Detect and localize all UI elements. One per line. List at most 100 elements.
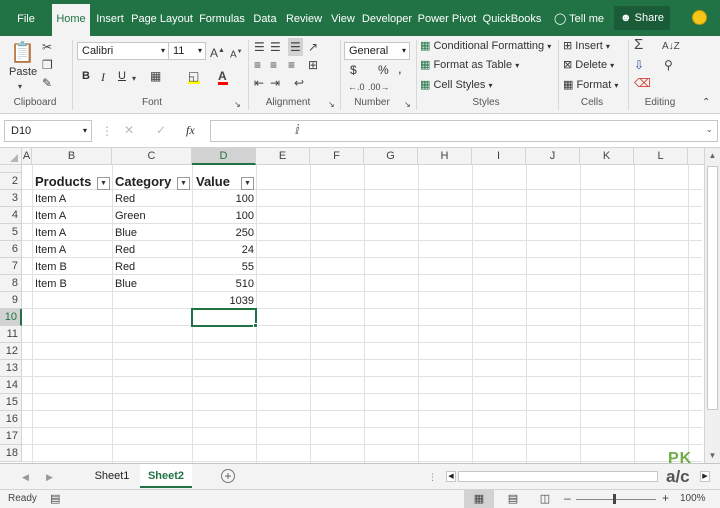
- table-cell[interactable]: Item B: [35, 276, 67, 293]
- table-cell[interactable]: Item A: [35, 191, 66, 208]
- share-button[interactable]: ☻ Share: [614, 6, 670, 30]
- select-all-corner[interactable]: [0, 148, 22, 165]
- vertical-scrollbar[interactable]: ▲ ▼: [704, 148, 720, 464]
- normal-view-icon[interactable]: ▦: [464, 490, 494, 508]
- table-cell[interactable]: Item A: [35, 242, 66, 259]
- expand-formula-icon[interactable]: ⌄: [705, 124, 713, 135]
- horizontal-scrollbar[interactable]: [458, 471, 658, 482]
- feedback-smiley-icon[interactable]: [692, 10, 707, 25]
- percent-button[interactable]: %: [378, 63, 389, 77]
- decrease-indent-icon[interactable]: ⇤: [254, 76, 264, 90]
- middle-align-icon[interactable]: ☰: [270, 40, 281, 54]
- zoom-slider-thumb[interactable]: [613, 494, 616, 504]
- borders-icon[interactable]: ▦: [150, 69, 161, 83]
- tab-formulas[interactable]: Formulas: [196, 0, 248, 36]
- row-header[interactable]: 3: [0, 190, 22, 207]
- table-cell[interactable]: Blue: [115, 225, 137, 242]
- column-header-e[interactable]: E: [256, 148, 310, 165]
- collapse-ribbon-icon[interactable]: ⌃: [702, 96, 710, 110]
- zoom-in-icon[interactable]: +: [662, 491, 669, 505]
- fill-color-icon[interactable]: ◱: [188, 69, 200, 84]
- conditional-formatting-button[interactable]: ▦ Conditional Formatting ▾: [420, 39, 551, 52]
- row-header-selected[interactable]: 10: [0, 309, 22, 326]
- column-header-c[interactable]: C: [112, 148, 192, 165]
- paste-icon[interactable]: 📋: [10, 42, 35, 64]
- row-header[interactable]: 6: [0, 241, 22, 258]
- table-header-products[interactable]: Products: [35, 173, 91, 190]
- sheet-tab-sheet2[interactable]: Sheet2: [140, 464, 192, 488]
- row-header[interactable]: 16: [0, 411, 22, 428]
- add-sheet-icon[interactable]: +: [221, 469, 235, 483]
- confirm-entry-icon[interactable]: ✓: [156, 123, 166, 137]
- formula-input[interactable]: ⅈ ⌄: [210, 120, 718, 142]
- table-cell[interactable]: Green: [115, 208, 146, 225]
- dialog-launcher-icon[interactable]: ↘: [234, 98, 241, 112]
- font-size-select[interactable]: 11 ▾: [168, 42, 206, 60]
- table-cell[interactable]: 510: [192, 276, 254, 293]
- row-header[interactable]: 15: [0, 394, 22, 411]
- align-center-icon[interactable]: ≡: [270, 58, 277, 72]
- sheet-tab-sheet1[interactable]: Sheet1: [88, 464, 136, 488]
- paste-button[interactable]: Paste: [9, 66, 37, 78]
- tab-view[interactable]: View: [328, 0, 358, 36]
- tab-home[interactable]: Home: [52, 4, 90, 36]
- clear-icon[interactable]: ⌫: [634, 76, 651, 90]
- column-header-h[interactable]: H: [418, 148, 472, 165]
- row-header[interactable]: 13: [0, 360, 22, 377]
- row-header[interactable]: 17: [0, 428, 22, 445]
- find-select-icon[interactable]: ⚲: [664, 58, 673, 72]
- table-header-category[interactable]: Category: [115, 173, 171, 190]
- table-cell[interactable]: Item A: [35, 225, 66, 242]
- row-header[interactable]: 9: [0, 292, 22, 309]
- tab-review[interactable]: Review: [282, 0, 326, 36]
- increase-font-icon[interactable]: A▲: [210, 44, 225, 60]
- filter-dropdown-icon[interactable]: ▼: [177, 177, 190, 190]
- font-color-icon[interactable]: A: [218, 69, 228, 85]
- comma-button[interactable]: ,: [398, 61, 402, 76]
- row-header[interactable]: 18: [0, 445, 22, 462]
- column-header-d[interactable]: D: [192, 148, 256, 165]
- column-header-a[interactable]: A: [22, 148, 32, 165]
- bold-button[interactable]: B: [82, 70, 90, 82]
- filter-dropdown-icon[interactable]: ▼: [97, 177, 110, 190]
- tab-quickbooks[interactable]: QuickBooks: [480, 0, 544, 36]
- scroll-up-icon[interactable]: ▲: [707, 150, 718, 161]
- paste-dropdown-icon[interactable]: ▾: [18, 80, 22, 94]
- scroll-sheets-right-icon[interactable]: ▶: [46, 470, 53, 484]
- format-cells-button[interactable]: ▦ Format ▾: [563, 78, 618, 91]
- zoom-slider[interactable]: [576, 499, 656, 500]
- decrease-decimal-icon[interactable]: .00→: [368, 80, 390, 94]
- column-header-b[interactable]: B: [32, 148, 112, 165]
- table-cell[interactable]: 100: [192, 208, 254, 225]
- italic-button[interactable]: I: [101, 70, 105, 85]
- row-header[interactable]: 12: [0, 343, 22, 360]
- number-format-select[interactable]: General ▾: [344, 42, 410, 60]
- column-header-g[interactable]: G: [364, 148, 418, 165]
- format-as-table-button[interactable]: ▦ Format as Table ▾: [420, 58, 519, 71]
- table-cell[interactable]: 250: [192, 225, 254, 242]
- currency-button[interactable]: $: [350, 63, 357, 77]
- scroll-sheets-left-icon[interactable]: ◀: [22, 470, 29, 484]
- selected-cell-d10[interactable]: [191, 308, 257, 327]
- bottom-align-icon[interactable]: ☰: [288, 38, 303, 56]
- column-header-j[interactable]: J: [526, 148, 580, 165]
- tab-developer[interactable]: Developer: [360, 0, 414, 36]
- cell-styles-button[interactable]: ▦ Cell Styles ▾: [420, 78, 493, 91]
- zoom-level[interactable]: 100%: [680, 493, 706, 504]
- fill-icon[interactable]: ⇩: [634, 58, 644, 72]
- format-painter-icon[interactable]: ✎: [42, 76, 52, 90]
- tab-power-pivot[interactable]: Power Pivot: [416, 0, 478, 36]
- macro-record-icon[interactable]: ▤: [50, 492, 60, 505]
- tab-data[interactable]: Data: [250, 0, 280, 36]
- increase-decimal-icon[interactable]: ←.0: [348, 80, 365, 94]
- increase-indent-icon[interactable]: ⇥: [270, 76, 280, 90]
- table-cell[interactable]: Red: [115, 242, 135, 259]
- table-cell[interactable]: Red: [115, 259, 135, 276]
- cancel-entry-icon[interactable]: ✕: [124, 123, 134, 137]
- sort-filter-icon[interactable]: A↓Z: [662, 40, 680, 54]
- tell-me-search[interactable]: ◯ Tell me: [550, 0, 608, 36]
- row-header[interactable]: 4: [0, 207, 22, 224]
- worksheet-grid[interactable]: A B C D E F G H I J K L 2 3 4 5 6 7 8 9 …: [0, 148, 720, 463]
- column-header-l[interactable]: L: [634, 148, 688, 165]
- row-header[interactable]: 8: [0, 275, 22, 292]
